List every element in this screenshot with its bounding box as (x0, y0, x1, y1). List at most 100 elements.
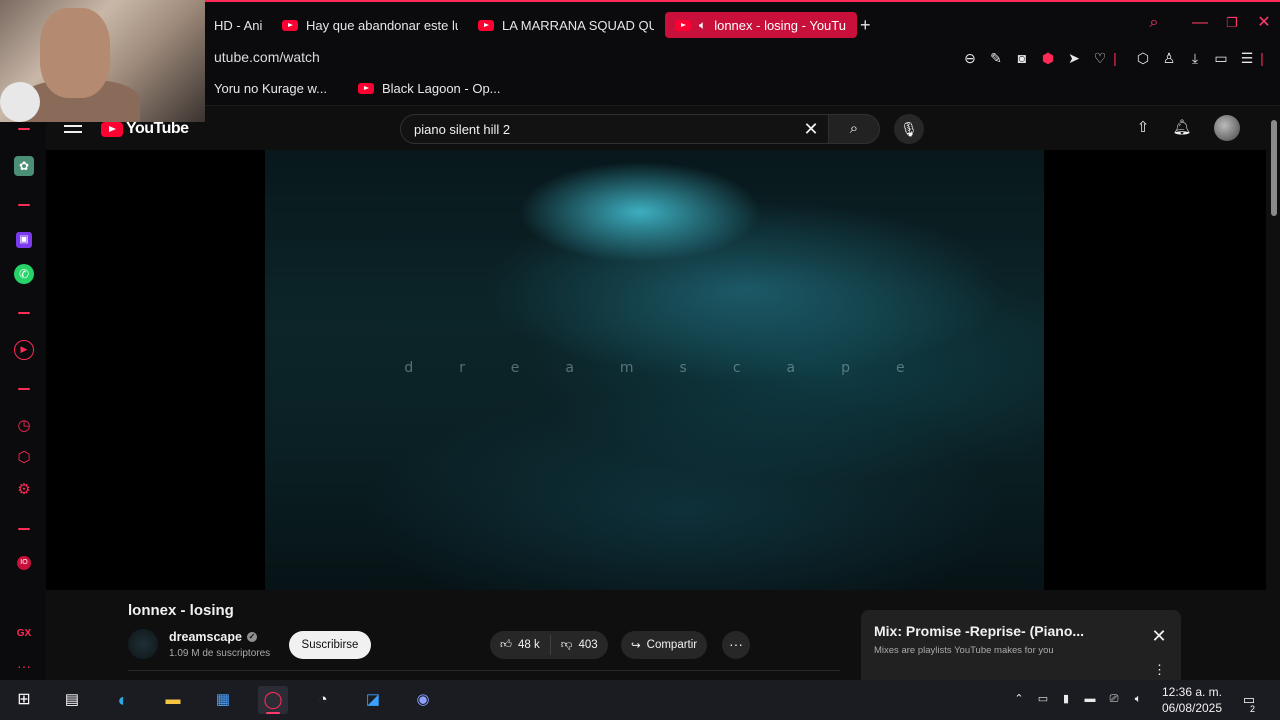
volume-icon[interactable]: 🔈︎ (1130, 691, 1146, 707)
clear-search-icon[interactable]: ✕ (800, 118, 822, 140)
video-title: lonnex - losing (128, 602, 234, 619)
sidebar-divider (18, 204, 30, 206)
extensions-icon[interactable]: ⬡ (14, 448, 34, 468)
store-icon[interactable]: ▦ (208, 686, 238, 714)
tab-label: HD - Ani (214, 17, 263, 33)
battery-icon[interactable]: ▭ (1211, 48, 1231, 68)
obs-icon[interactable]: ◔ (308, 686, 338, 714)
microphone-icon: 🎙︎ (900, 121, 918, 137)
youtube-icon (675, 19, 691, 31)
history-icon[interactable]: ◷ (14, 416, 34, 436)
sidebar-divider (18, 528, 30, 530)
more-icon[interactable]: ··· (14, 656, 34, 676)
search-button[interactable]: ⌕ (828, 114, 880, 144)
plus-icon: + (860, 14, 871, 35)
channel-name[interactable]: dreamscape ✓ (169, 630, 257, 644)
close-icon[interactable]: ✕ (1149, 626, 1169, 646)
edit-icon[interactable]: ✎ (986, 48, 1006, 68)
create-icon[interactable]: ⇧ (1133, 118, 1153, 138)
divider: | (1260, 50, 1264, 66)
tab-label: lonnex - losing - YouTu (714, 17, 846, 33)
youtube-header: YouTube piano silent hill 2 ✕ ⌕ 🎙︎ ⇧ 🔔︎ (46, 106, 1268, 150)
youtube-icon (282, 19, 298, 31)
mix-playlist-panel[interactable]: Mix: Promise -Reprise- (Piano... Mixes a… (861, 610, 1181, 680)
bookmark-label: Black Lagoon - Op... (382, 81, 501, 96)
system-clock[interactable]: 12:36 a. m. 06/08/2025 (1152, 684, 1232, 716)
tab[interactable]: LA MARRANA SQUAD QUI (478, 12, 654, 38)
microphone-icon[interactable]: ▮ (1058, 691, 1074, 707)
new-tab-button[interactable]: + (860, 12, 880, 38)
camera-icon[interactable]: ◙ (1012, 48, 1032, 68)
channel-name-text: dreamscape (169, 630, 242, 644)
subscriber-count: 1.09 M de suscriptores (169, 648, 271, 659)
webcam-overlay (0, 0, 205, 122)
menu-icon[interactable]: ☰ (1237, 48, 1257, 68)
discord-icon[interactable]: ◉ (408, 686, 438, 714)
shield-icon[interactable]: ⬢ (1038, 48, 1058, 68)
mix-title: Mix: Promise -Reprise- (Piano... (874, 623, 1085, 639)
windows-taskbar: ⊞ ▤ ◐ ▬ ▦ ◯ ◔ ◪ ◉ ⌃ ▭ ▮ ▬ ⎚ 🔈︎ 12:36 a. … (0, 680, 1280, 720)
chatgpt-icon[interactable]: ✿ (14, 156, 34, 176)
sidebar-divider (18, 312, 30, 314)
heart-icon[interactable]: ♡ (1090, 48, 1110, 68)
player-icon[interactable]: ▶ (14, 340, 34, 360)
opera-gx-icon[interactable]: ◯ (258, 686, 288, 714)
edge-icon[interactable]: ◐ (108, 686, 138, 714)
subscribe-button[interactable]: Suscribirse (289, 631, 371, 659)
notifications-icon[interactable]: 🔔︎ (1172, 118, 1192, 138)
zoom-out-icon[interactable]: ⊖ (960, 48, 980, 68)
task-view-icon[interactable]: ▤ (57, 686, 87, 714)
channel-avatar[interactable] (128, 629, 158, 659)
notifications-icon[interactable]: ▭ 2 (1237, 689, 1261, 714)
send-icon[interactable]: ➤ (1064, 48, 1084, 68)
tab[interactable]: Hay que abandonar este lu (282, 12, 458, 38)
page-scrollbar[interactable] (1268, 106, 1280, 680)
share-label: Compartir (646, 639, 698, 651)
minimize-icon[interactable]: — (1189, 12, 1211, 34)
voice-search-button[interactable]: 🎙︎ (894, 114, 924, 144)
search-icon: ⌕ (849, 120, 859, 137)
youtube-logo[interactable]: YouTube (101, 120, 189, 138)
bookmark[interactable]: Yoru no Kurage w... (214, 81, 327, 96)
thumbs-up-icon: 👍︎ (500, 639, 513, 651)
search-query: piano silent hill 2 (414, 122, 511, 137)
bookmark-label: Yoru no Kurage w... (214, 81, 327, 96)
restore-icon[interactable]: ❐ (1221, 12, 1243, 34)
youtube-logo-icon (101, 121, 123, 137)
sidebar-divider (18, 388, 30, 390)
tab-active[interactable]: 🔈︎ lonnex - losing - YouTu (665, 12, 857, 38)
bookmark[interactable]: Black Lagoon - Op... (358, 81, 501, 96)
twitch-icon[interactable]: ▣ (16, 232, 32, 248)
editor-icon[interactable]: ◪ (358, 686, 388, 714)
like-button[interactable]: 👍︎ 48 k (490, 631, 550, 659)
share-button[interactable]: ↪ Compartir (621, 631, 708, 659)
gx-logo-icon[interactable]: GX (14, 624, 34, 644)
network-icon[interactable]: ⎚ (1106, 691, 1122, 707)
cube-icon[interactable]: ⬡ (1133, 48, 1153, 68)
chevron-up-icon[interactable]: ⌃ (1011, 691, 1027, 707)
gx-corner-icon[interactable]: IO (17, 556, 31, 570)
browser-sidebar: ✿ ▣ ✆ ▶ ◷ ⬡ ⚙ IO GX ··· (0, 106, 46, 680)
dislike-button[interactable]: 👎︎ 403 (551, 631, 608, 659)
file-explorer-icon[interactable]: ▬ (158, 686, 188, 714)
tab-label: Hay que abandonar este lu (306, 17, 458, 33)
more-actions-button[interactable]: ··· (722, 631, 750, 659)
settings-icon[interactable]: ⚙ (14, 480, 34, 500)
download-icon[interactable]: ⤓ (1185, 48, 1205, 68)
windows-start-icon[interactable]: ⊞ (9, 686, 39, 714)
user-icon[interactable]: ♙ (1159, 48, 1179, 68)
video-frame[interactable]: dreamscape (265, 150, 1044, 590)
kebab-menu-icon[interactable]: ⋮ (1153, 662, 1166, 678)
scrollbar-thumb[interactable] (1271, 120, 1277, 216)
avatar[interactable] (1214, 115, 1240, 141)
url-field[interactable]: utube.com/watch (214, 49, 320, 65)
like-dislike-group: 👍︎ 48 k 👎︎ 403 (490, 631, 608, 659)
video-player[interactable]: dreamscape (46, 150, 1266, 590)
whatsapp-icon[interactable]: ✆ (14, 264, 34, 284)
battery-icon[interactable]: ▬ (1082, 691, 1098, 707)
network-adapter-icon[interactable]: ▭ (1035, 691, 1051, 707)
search-icon[interactable]: ⌕ (1143, 12, 1165, 34)
search-input[interactable]: piano silent hill 2 ✕ (400, 114, 828, 144)
close-icon[interactable]: ✕ (1253, 12, 1275, 34)
tab[interactable]: HD - Ani (214, 12, 264, 38)
